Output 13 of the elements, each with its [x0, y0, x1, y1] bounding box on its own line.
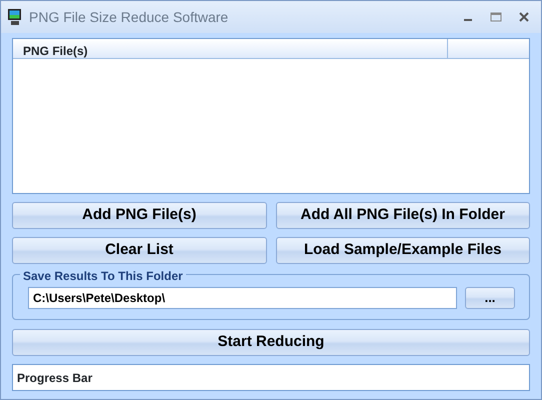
maximize-icon[interactable]: [490, 12, 502, 22]
app-icon: [7, 8, 23, 26]
action-button[interactable]: Load Sample/Example Files: [276, 237, 530, 264]
action-button[interactable]: Add All PNG File(s) In Folder: [276, 202, 530, 229]
window-title: PNG File Size Reduce Software: [29, 8, 230, 26]
folder-path-field[interactable]: C:\Users\Pete\Desktop\: [28, 287, 457, 309]
action-button[interactable]: Add PNG File(s): [12, 202, 266, 229]
close-icon[interactable]: [518, 12, 530, 22]
browse-button[interactable]: ...: [465, 287, 515, 309]
action-button[interactable]: Clear List: [12, 237, 266, 264]
progress-label: Progress Bar: [17, 370, 92, 386]
file-list[interactable]: PNG File(s): [12, 38, 530, 194]
start-button[interactable]: Start Reducing: [12, 329, 530, 356]
